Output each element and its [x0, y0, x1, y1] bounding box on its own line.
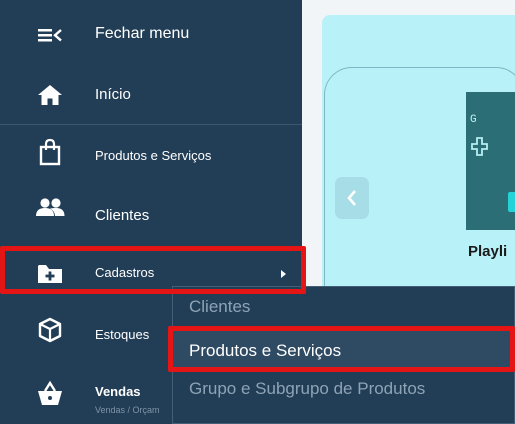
submenu-item-product-groups[interactable]: Grupo e Subgrupo de Produtos: [189, 379, 425, 399]
shopping-bag-icon: [30, 138, 70, 166]
sidebar-item-products[interactable]: Produtos e Serviços: [0, 125, 302, 185]
sidebar-item-label: Fechar menu: [95, 25, 190, 42]
sidebar-item-label: Estoques: [95, 327, 150, 342]
playlist-thumbnail[interactable]: G: [466, 92, 515, 230]
box-icon: [30, 317, 70, 343]
home-icon: [30, 84, 70, 106]
sidebar-item-home[interactable]: Início: [0, 64, 302, 124]
thumbnail-badge: [508, 192, 515, 212]
sidebar-item-label: Vendas: [95, 384, 141, 399]
sidebar-item-label: Início: [95, 86, 131, 103]
sidebar-item-label: Produtos e Serviços: [95, 148, 212, 163]
highlight-products-submenu: [168, 326, 515, 372]
menu-collapse-icon: [30, 26, 70, 44]
highlight-registrations: [0, 246, 306, 294]
sidebar-item-close-menu[interactable]: Fechar menu: [0, 4, 302, 64]
submenu-item-clients[interactable]: Clientes: [189, 297, 250, 317]
users-icon: [30, 197, 70, 219]
health-cross-icon: [471, 137, 488, 156]
basket-icon: [30, 380, 70, 406]
sidebar-item-label: Clientes: [95, 207, 150, 224]
chevron-left-icon: [347, 190, 356, 206]
card-title: Playli: [468, 243, 508, 260]
sidebar-item-clients[interactable]: Clientes: [0, 185, 302, 245]
thumbnail-letter: G: [470, 114, 477, 126]
sidebar-item-sublabel: Vendas / Orçam: [95, 405, 160, 415]
carousel-prev-button[interactable]: [335, 177, 369, 219]
